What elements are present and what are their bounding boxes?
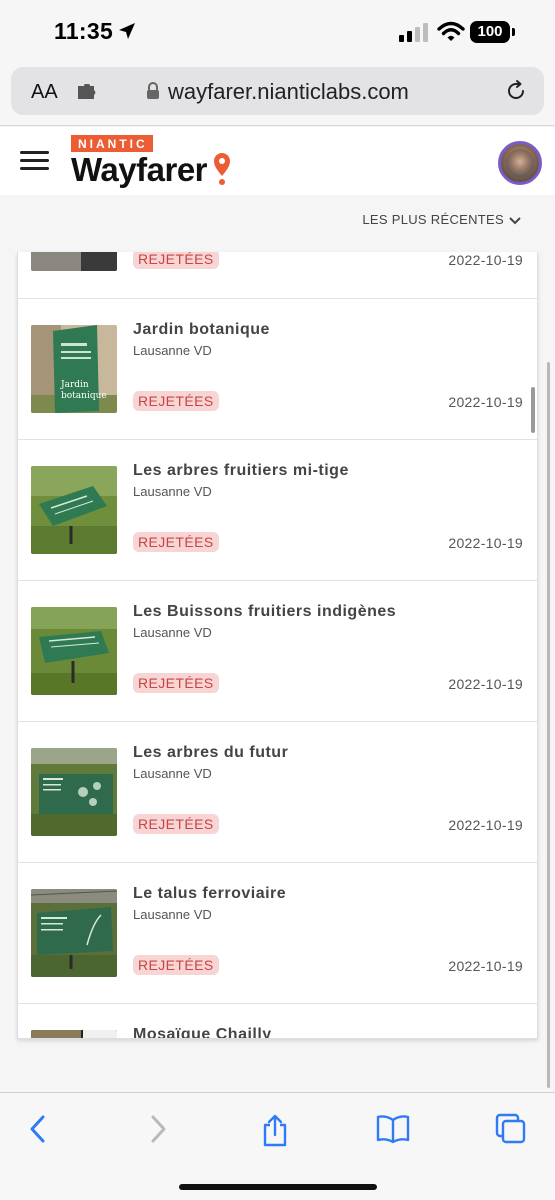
status-time: 11:35	[54, 18, 114, 44]
brand-wayfarer-logo[interactable]: Wayfarer	[71, 151, 208, 189]
status-badge: REJETÉES	[133, 673, 219, 693]
thumbnail-image	[31, 889, 117, 977]
text-size-button[interactable]: AA	[31, 81, 58, 104]
bookmarks-icon[interactable]	[376, 1113, 410, 1150]
map-pin-icon	[213, 153, 231, 190]
status-badge: REJETÉES	[133, 532, 219, 552]
forward-icon[interactable]	[146, 1113, 170, 1150]
chevron-down-icon	[509, 216, 521, 224]
home-indicator	[179, 1184, 377, 1190]
item-title: Les arbres fruitiers mi-tige	[133, 462, 349, 479]
list-item[interactable]: REJETÉES 2022-10-19	[18, 252, 537, 298]
thumbnail-image	[31, 252, 117, 271]
item-title: Le talus ferroviaire	[133, 885, 287, 902]
user-avatar[interactable]	[498, 141, 542, 185]
sort-dropdown[interactable]: LES PLUS RÉCENTES	[362, 212, 522, 227]
item-title: Les Buissons fruitiers indigènes	[133, 603, 397, 620]
item-location: Lausanne VD	[133, 907, 212, 922]
thumbnail-image	[31, 607, 117, 695]
contribution-list: REJETÉES 2022-10-19 Jardin botanique Jar…	[17, 252, 538, 1039]
svg-text:Jardin: Jardin	[60, 380, 89, 390]
address-bar[interactable]: AA wayfarer.nianticlabs.com	[11, 67, 544, 115]
list-item[interactable]: Jardin botanique Jardin botanique Lausan…	[18, 298, 537, 439]
back-icon[interactable]	[26, 1113, 50, 1150]
thumbnail-image	[31, 1030, 117, 1038]
submission-date: 2022-10-19	[448, 252, 523, 268]
lock-icon	[146, 82, 160, 105]
share-icon[interactable]	[261, 1113, 289, 1152]
item-title: Jardin botanique	[133, 321, 270, 338]
submission-date: 2022-10-19	[448, 535, 523, 551]
url-text[interactable]: wayfarer.nianticlabs.com	[168, 79, 409, 105]
status-badge: REJETÉES	[133, 814, 219, 834]
menu-icon[interactable]	[20, 151, 49, 171]
svg-text:botanique: botanique	[61, 391, 107, 401]
page-scrollbar[interactable]	[547, 362, 550, 1088]
status-badge: REJETÉES	[133, 955, 219, 975]
tabs-icon[interactable]	[495, 1113, 527, 1150]
thumbnail-image: Jardin botanique	[31, 325, 117, 413]
submission-date: 2022-10-19	[448, 958, 523, 974]
item-location: Lausanne VD	[133, 343, 212, 358]
status-bar: 11:35 100	[0, 0, 555, 64]
submission-date: 2022-10-19	[448, 676, 523, 692]
submission-date: 2022-10-19	[448, 817, 523, 833]
list-item[interactable]: Mosaïque Chailly	[18, 1003, 537, 1039]
sort-label: LES PLUS RÉCENTES	[362, 212, 504, 227]
item-location: Lausanne VD	[133, 625, 212, 640]
cellular-signal-icon	[399, 22, 429, 47]
location-arrow-icon	[118, 22, 136, 45]
list-item[interactable]: Les Buissons fruitiers indigènes Lausann…	[18, 580, 537, 721]
list-scrollbar[interactable]	[531, 387, 535, 433]
battery-indicator: 100	[470, 21, 515, 43]
item-location: Lausanne VD	[133, 766, 212, 781]
app-header: NIANTIC Wayfarer	[0, 127, 555, 195]
browser-address-area: AA wayfarer.nianticlabs.com	[0, 64, 555, 126]
item-title: Les arbres du futur	[133, 744, 289, 761]
item-location: Lausanne VD	[133, 484, 212, 499]
thumbnail-image	[31, 748, 117, 836]
extension-icon[interactable]	[77, 83, 99, 105]
status-badge: REJETÉES	[133, 391, 219, 411]
submission-date: 2022-10-19	[448, 394, 523, 410]
item-title: Mosaïque Chailly	[133, 1026, 272, 1039]
list-item[interactable]: Le talus ferroviaire Lausanne VD REJETÉE…	[18, 862, 537, 1003]
thumbnail-image	[31, 466, 117, 554]
wifi-icon	[437, 21, 465, 48]
list-item[interactable]: Les arbres du futur Lausanne VD REJETÉES…	[18, 721, 537, 862]
brand-niantic-label: NIANTIC	[71, 135, 153, 152]
reload-icon[interactable]	[504, 79, 528, 108]
list-item[interactable]: Les arbres fruitiers mi-tige Lausanne VD…	[18, 439, 537, 580]
status-badge: REJETÉES	[133, 252, 219, 269]
